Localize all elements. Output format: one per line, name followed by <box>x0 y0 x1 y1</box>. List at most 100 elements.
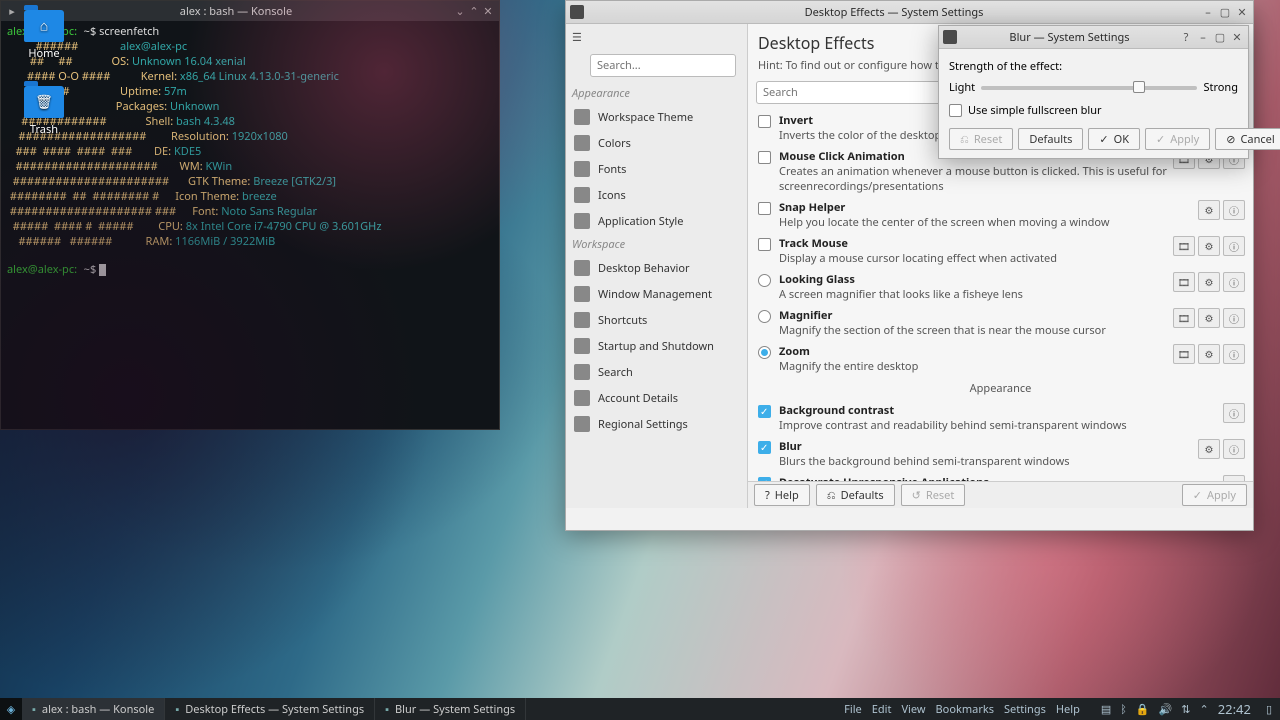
sidebar-item[interactable]: Colors <box>566 130 747 156</box>
minimize-button[interactable]: – <box>1201 5 1215 19</box>
item-icon <box>574 364 590 380</box>
sidebar-item[interactable]: Startup and Shutdown <box>566 333 747 359</box>
simple-blur-checkbox[interactable] <box>949 104 962 117</box>
defaults-icon: ⎌ <box>827 488 836 503</box>
effect-radio[interactable] <box>758 274 771 287</box>
taskbar-task[interactable]: ▪Blur — System Settings <box>375 698 526 720</box>
effect-radio[interactable] <box>758 346 771 359</box>
effect-action-button[interactable]: ⓘ <box>1223 200 1245 220</box>
effect-checkbox[interactable] <box>758 238 771 251</box>
cancel-button[interactable]: ⊘Cancel <box>1215 128 1280 150</box>
minimize-button[interactable]: ⌄ <box>453 4 467 19</box>
lock-icon[interactable]: 🔒 <box>1136 702 1150 717</box>
reset-button[interactable]: ↺Reset <box>901 484 966 506</box>
effect-action-button[interactable]: ⚙ <box>1198 344 1220 364</box>
taskbar-task[interactable]: ▪Desktop Effects — System Settings <box>165 698 375 720</box>
minimize-button[interactable]: – <box>1196 30 1210 44</box>
sidebar-item[interactable]: Window Management <box>566 281 747 307</box>
desktop[interactable]: ⌂ Home 🗑 Trash Desktop Effects — System … <box>0 0 1280 720</box>
bluetooth-icon[interactable]: ᛒ <box>1120 702 1127 717</box>
effect-radio[interactable] <box>758 310 771 323</box>
apply-button[interactable]: ✓Apply <box>1145 128 1210 150</box>
help-icon[interactable]: ? <box>1179 30 1193 44</box>
effect-action-button[interactable]: ⓘ <box>1223 308 1245 328</box>
effect-action-button[interactable]: ⚙ <box>1198 308 1220 328</box>
apply-button[interactable]: ✓Apply <box>1182 484 1247 506</box>
help-button[interactable]: ?Help <box>754 484 810 506</box>
menu-item[interactable]: View <box>901 702 925 717</box>
menu-icon[interactable]: ☰ <box>566 24 747 51</box>
titlebar[interactable]: Desktop Effects — System Settings – ▢ ✕ <box>566 1 1253 24</box>
sidebar-item[interactable]: Application Style <box>566 208 747 234</box>
chevron-up-icon[interactable]: ⌃ <box>1199 702 1208 717</box>
sidebar-item[interactable]: Shortcuts <box>566 307 747 333</box>
sidebar-item[interactable]: Workspace Theme <box>566 104 747 130</box>
effect-action-button[interactable]: ⚙ <box>1198 439 1220 459</box>
item-icon <box>574 161 590 177</box>
desktop-icon-trash[interactable]: 🗑 Trash <box>12 86 76 137</box>
taskbar-task[interactable]: ▪alex : bash — Konsole <box>22 698 165 720</box>
konsole-window: ▸ alex : bash — Konsole ⌄ ⌃ ✕ alex@alex-… <box>0 0 500 430</box>
menu-item[interactable]: Bookmarks <box>936 702 994 717</box>
effect-action-button[interactable]: ⓘ <box>1223 439 1245 459</box>
close-button[interactable]: ✕ <box>1235 5 1249 19</box>
effect-action-button[interactable]: ⚙ <box>1198 272 1220 292</box>
item-icon <box>574 416 590 432</box>
effect-checkbox[interactable] <box>758 405 771 418</box>
reset-button[interactable]: ⎌Reset <box>949 128 1013 150</box>
clock[interactable]: 22:42 <box>1218 700 1257 718</box>
menu-item[interactable]: File <box>844 702 862 717</box>
effect-action-button[interactable]: ⓘ <box>1223 236 1245 256</box>
effect-action-button[interactable]: 🎞 <box>1173 344 1195 364</box>
effect-action-button[interactable]: 🎞 <box>1173 272 1195 292</box>
start-button[interactable]: ◈ <box>0 698 22 720</box>
menu-item[interactable]: Settings <box>1004 702 1046 717</box>
defaults-button[interactable]: ⎌Defaults <box>816 484 895 506</box>
effect-action-button[interactable]: 🎞 <box>1173 308 1195 328</box>
menu-item[interactable]: Edit <box>872 702 892 717</box>
task-label: Blur — System Settings <box>395 702 515 717</box>
sidebar-item-label: Startup and Shutdown <box>598 339 714 354</box>
effect-checkbox[interactable] <box>758 477 771 481</box>
effect-checkbox[interactable] <box>758 151 771 164</box>
slider-thumb[interactable] <box>1133 81 1145 93</box>
desktop-icon-home[interactable]: ⌂ Home <box>12 10 76 61</box>
effect-name: Background contrast <box>779 403 1219 418</box>
volume-icon[interactable]: 🔊 <box>1159 702 1173 717</box>
sidebar-search[interactable] <box>590 54 736 77</box>
home-icon: ⌂ <box>40 17 48 36</box>
sidebar-item[interactable]: Regional Settings <box>566 411 747 437</box>
strength-label: Strength of the effect: <box>949 59 1238 74</box>
menu-item[interactable]: Help <box>1056 702 1080 717</box>
effect-action-button[interactable]: ⚙ <box>1198 200 1220 220</box>
titlebar[interactable]: Blur — System Settings ? – ▢ ✕ <box>939 26 1248 49</box>
sidebar-item[interactable]: Desktop Behavior <box>566 255 747 281</box>
effect-action-button[interactable]: 🎞 <box>1173 236 1195 256</box>
maximize-button[interactable]: ▢ <box>1218 5 1232 19</box>
sidebar-item[interactable]: Icons <box>566 182 747 208</box>
sidebar-item[interactable]: Account Details <box>566 385 747 411</box>
ok-button[interactable]: ✓OK <box>1088 128 1140 150</box>
effect-checkbox[interactable] <box>758 115 771 128</box>
tray-icon[interactable]: ▤ <box>1101 702 1111 717</box>
effect-action-button[interactable]: ⓘ <box>1223 272 1245 292</box>
effect-action-button[interactable]: ⚙ <box>1198 236 1220 256</box>
maximize-button[interactable]: ▢ <box>1213 30 1227 44</box>
close-button[interactable]: ✕ <box>1230 30 1244 44</box>
strength-slider[interactable] <box>981 86 1197 90</box>
close-button[interactable]: ✕ <box>481 4 495 19</box>
sidebar-item[interactable]: Search <box>566 359 747 385</box>
network-icon[interactable]: ⇅ <box>1181 702 1190 717</box>
sidebar-item[interactable]: Fonts <box>566 156 747 182</box>
effect-checkbox[interactable] <box>758 441 771 454</box>
defaults-button[interactable]: Defaults <box>1018 128 1083 150</box>
check-icon: ✓ <box>1099 132 1108 147</box>
item-icon <box>574 109 590 125</box>
effect-description: Magnify the section of the screen that i… <box>779 323 1169 338</box>
effect-action-button[interactable]: ⓘ <box>1223 403 1245 423</box>
maximize-button[interactable]: ⌃ <box>467 4 481 19</box>
effect-action-button[interactable]: ⓘ <box>1223 344 1245 364</box>
show-desktop-icon[interactable]: ▯ <box>1266 702 1272 717</box>
effect-checkbox[interactable] <box>758 202 771 215</box>
effects-list[interactable]: InvertInverts the color of the desktop a… <box>748 110 1253 481</box>
